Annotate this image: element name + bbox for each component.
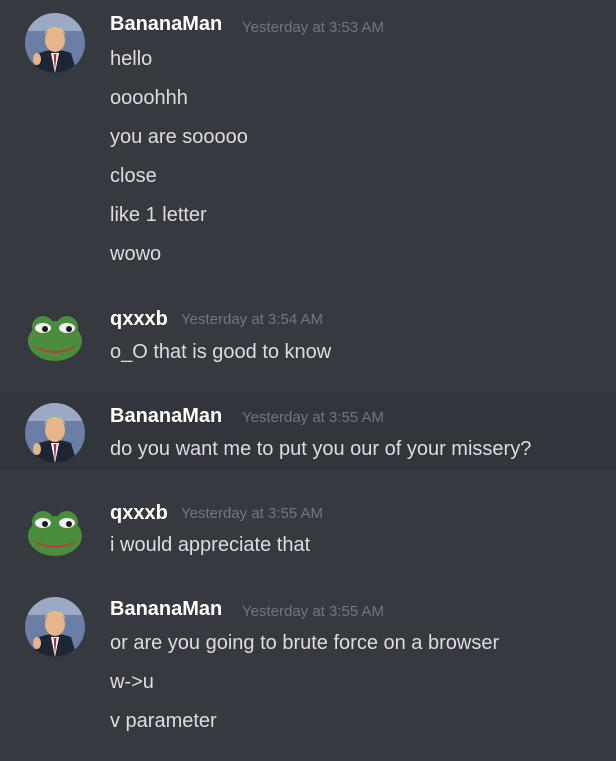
message-text: i would appreciate that [110, 534, 311, 556]
timestamp: Yesterday at 3:55 AM [242, 409, 385, 426]
message-text: close [110, 165, 157, 187]
pepe-frog-avatar-icon[interactable] [25, 305, 85, 365]
username[interactable]: qxxxb [110, 502, 168, 525]
message-text: oooohhh [110, 87, 188, 109]
message-text: like 1 letter [110, 204, 207, 226]
message-text: do you want me to put you our of your mi… [110, 438, 532, 460]
message-text: you are sooooo [110, 126, 248, 148]
trump-avatar-icon[interactable] [25, 13, 85, 73]
timestamp: Yesterday at 3:53 AM [242, 19, 385, 36]
timestamp: Yesterday at 3:55 AM [242, 603, 385, 620]
message-group: qxxxb Yesterday at 3:54 AM o_O that is g… [0, 290, 616, 388]
timestamp: Yesterday at 3:55 AM [181, 505, 324, 522]
trump-avatar-icon[interactable] [25, 597, 85, 657]
timestamp: Yesterday at 3:54 AM [181, 311, 324, 328]
message-text: w->u [110, 671, 154, 693]
message-text: v parameter [110, 710, 217, 732]
message-group: qxxxb Yesterday at 3:55 AM i would appre… [0, 486, 616, 584]
username[interactable]: BananaMan [110, 405, 222, 428]
message-text: or are you going to brute force on a bro… [110, 632, 500, 654]
message-text: wowo [110, 243, 162, 265]
username[interactable]: qxxxb [110, 308, 168, 331]
message-group: BananaMan Yesterday at 3:55 AM or are yo… [0, 582, 616, 761]
message-text: hello [110, 48, 153, 70]
trump-avatar-icon[interactable] [25, 403, 85, 463]
username[interactable]: BananaMan [110, 598, 222, 621]
message-group: BananaMan Yesterday at 3:53 AM hello ooo… [0, 0, 616, 290]
message-text: o_O that is good to know [110, 341, 332, 363]
message-group: BananaMan Yesterday at 3:55 AM do you wa… [0, 392, 616, 469]
pepe-frog-avatar-icon[interactable] [25, 500, 85, 560]
username[interactable]: BananaMan [110, 13, 222, 36]
